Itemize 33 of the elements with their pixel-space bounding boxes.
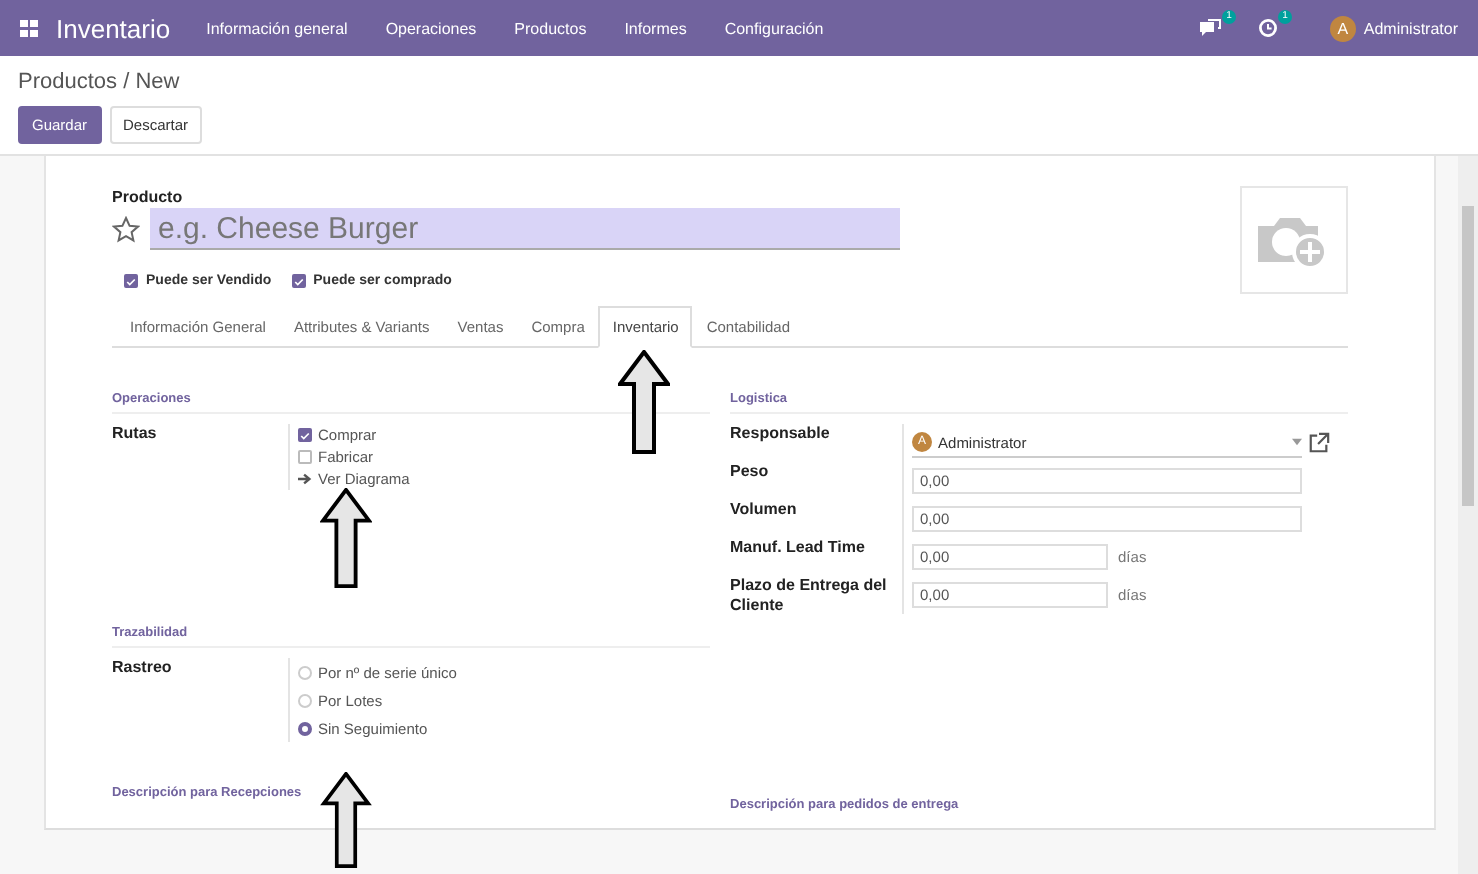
menu-item[interactable]: Información general: [206, 19, 348, 37]
menu-item[interactable]: Configuración: [724, 19, 824, 37]
field-label: Producto: [112, 188, 185, 206]
checkbox[interactable]: [298, 450, 312, 464]
user-avatar[interactable]: A: [1329, 15, 1356, 41]
menu-item[interactable]: Operaciones: [385, 19, 477, 37]
arrow-right-icon: [298, 472, 312, 486]
menu-item[interactable]: Productos: [514, 19, 587, 37]
radio-button[interactable]: [298, 721, 312, 735]
external-link-icon[interactable]: [1308, 432, 1331, 454]
field-label: Rutas: [112, 424, 159, 446]
app-title[interactable]: Inventario: [56, 13, 171, 43]
checkbox[interactable]: [298, 428, 312, 442]
up-arrow-drawing: [320, 488, 372, 588]
field-label: Volumen: [730, 500, 799, 522]
menu-item[interactable]: Informes: [624, 19, 687, 37]
dropdown-caret-icon: [1292, 438, 1303, 446]
star-icon[interactable]: [112, 215, 140, 243]
field-label: Rastreo: [112, 658, 174, 680]
checkbox[interactable]: [291, 274, 306, 288]
field-label: Manuf. Lead Time: [730, 538, 867, 560]
field-label: Peso: [730, 462, 771, 484]
scrollbar[interactable]: [1458, 156, 1478, 874]
user-name[interactable]: Administrator: [1363, 19, 1458, 37]
field-label: Plazo de Entrega del Cliente: [730, 576, 889, 614]
clock-icon[interactable]: [1257, 18, 1278, 38]
product-name-field[interactable]: e.g. Cheese Burger: [150, 208, 900, 250]
field-label: Responsable: [730, 424, 832, 446]
chat-icon[interactable]: [1197, 18, 1222, 38]
up-arrow-drawing: [618, 350, 670, 454]
apps-menu-icon[interactable]: [20, 19, 40, 37]
checkbox[interactable]: [124, 274, 138, 288]
breadcrumb: Productos / New: [18, 70, 182, 94]
